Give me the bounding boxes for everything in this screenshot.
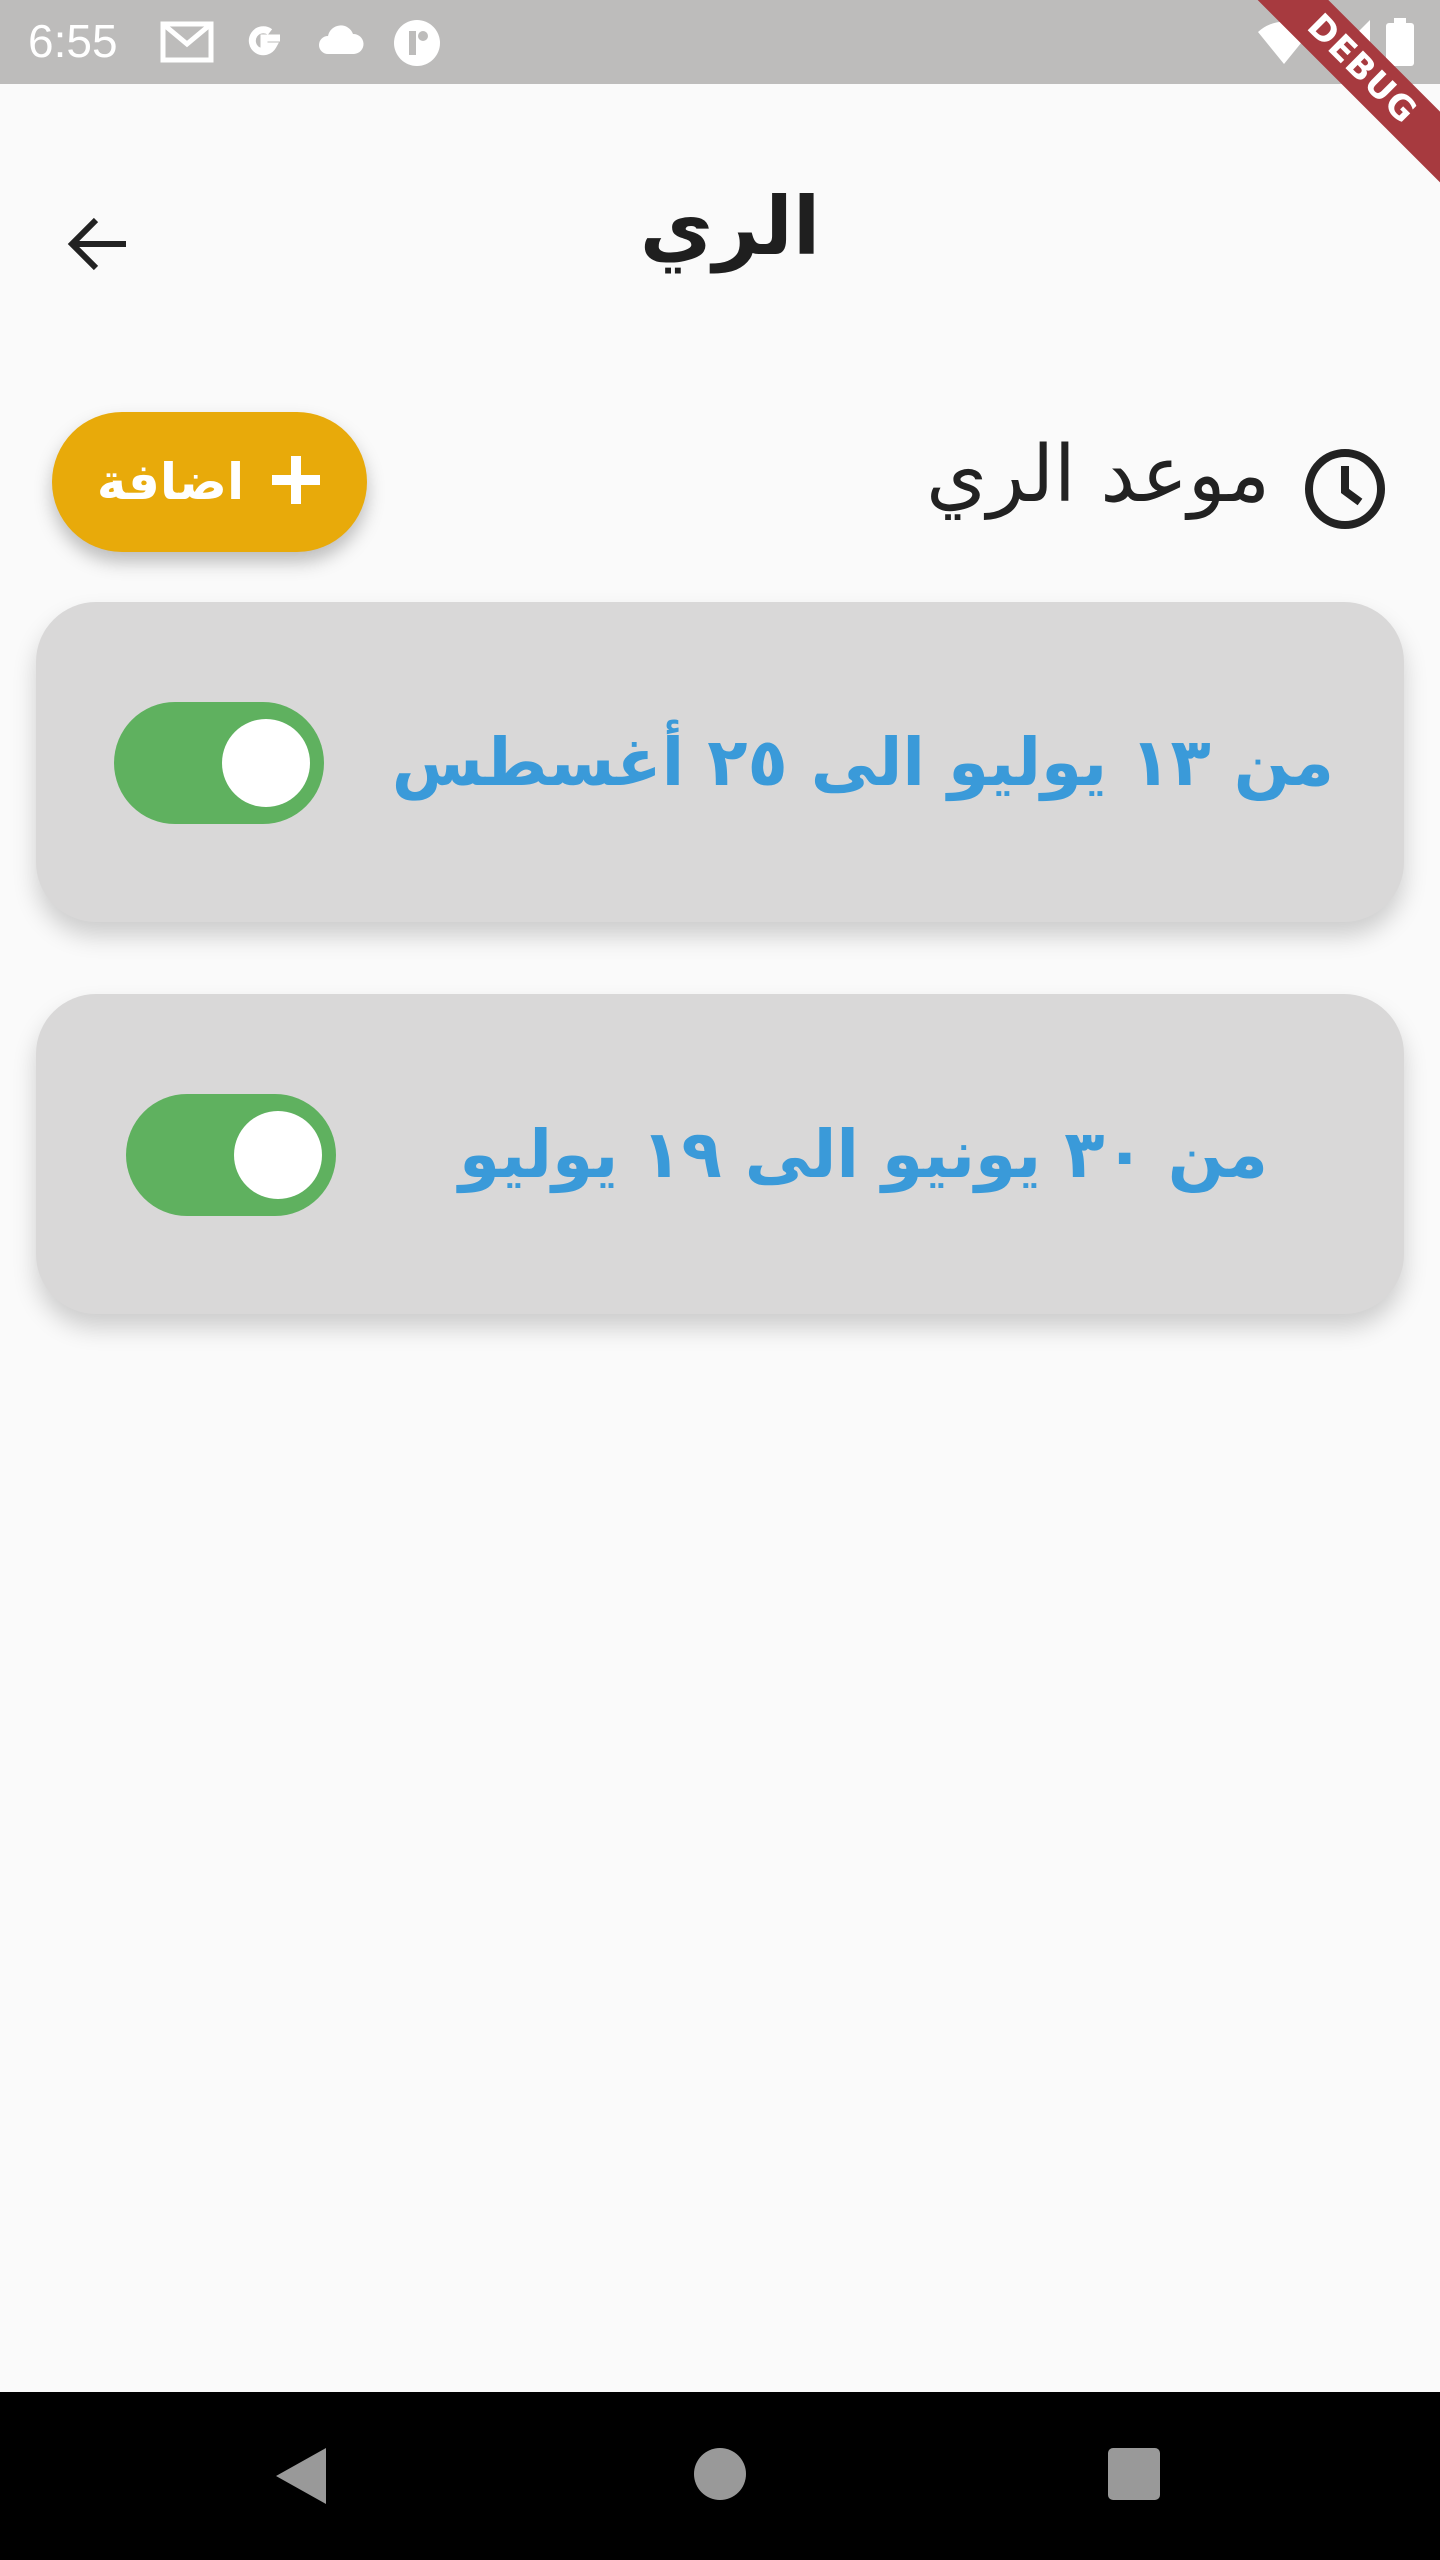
nav-back-icon[interactable] bbox=[274, 2446, 328, 2510]
status-time: 6:55 bbox=[28, 15, 118, 67]
nav-bar bbox=[0, 2392, 1440, 2560]
google-icon bbox=[240, 18, 288, 70]
app-icon bbox=[392, 18, 442, 72]
status-bar: 6:55 bbox=[0, 0, 1440, 84]
toggle-knob bbox=[222, 719, 310, 807]
battery-icon bbox=[1386, 18, 1414, 70]
section-title: موعد الري bbox=[926, 430, 1270, 520]
nav-recents-icon[interactable] bbox=[1108, 2448, 1160, 2500]
plus-icon bbox=[270, 454, 322, 510]
schedule-toggle[interactable] bbox=[126, 1094, 336, 1216]
add-button-label: اضافة bbox=[96, 453, 245, 511]
clock-icon bbox=[1302, 446, 1388, 532]
schedule-card[interactable]: من ١٣ يوليو الى ٢٥ أغسطس bbox=[36, 602, 1404, 922]
schedule-label: من ١٣ يوليو الى ٢٥ أغسطس bbox=[391, 723, 1334, 801]
cloud-icon bbox=[314, 18, 368, 70]
app-bar: الري bbox=[0, 84, 1440, 396]
signal-icon bbox=[1322, 18, 1372, 70]
gmail-icon bbox=[160, 18, 214, 70]
wifi-icon bbox=[1256, 18, 1312, 70]
schedule-label: من ٣٠ يونيو الى ١٩ يوليو bbox=[458, 1115, 1268, 1193]
page-title: الري bbox=[639, 180, 821, 273]
add-button[interactable]: اضافة bbox=[52, 412, 367, 552]
nav-home-icon[interactable] bbox=[694, 2448, 746, 2500]
toggle-knob bbox=[234, 1111, 322, 1199]
schedule-toggle[interactable] bbox=[114, 702, 324, 824]
schedule-card[interactable]: من ٣٠ يونيو الى ١٩ يوليو bbox=[36, 994, 1404, 1314]
